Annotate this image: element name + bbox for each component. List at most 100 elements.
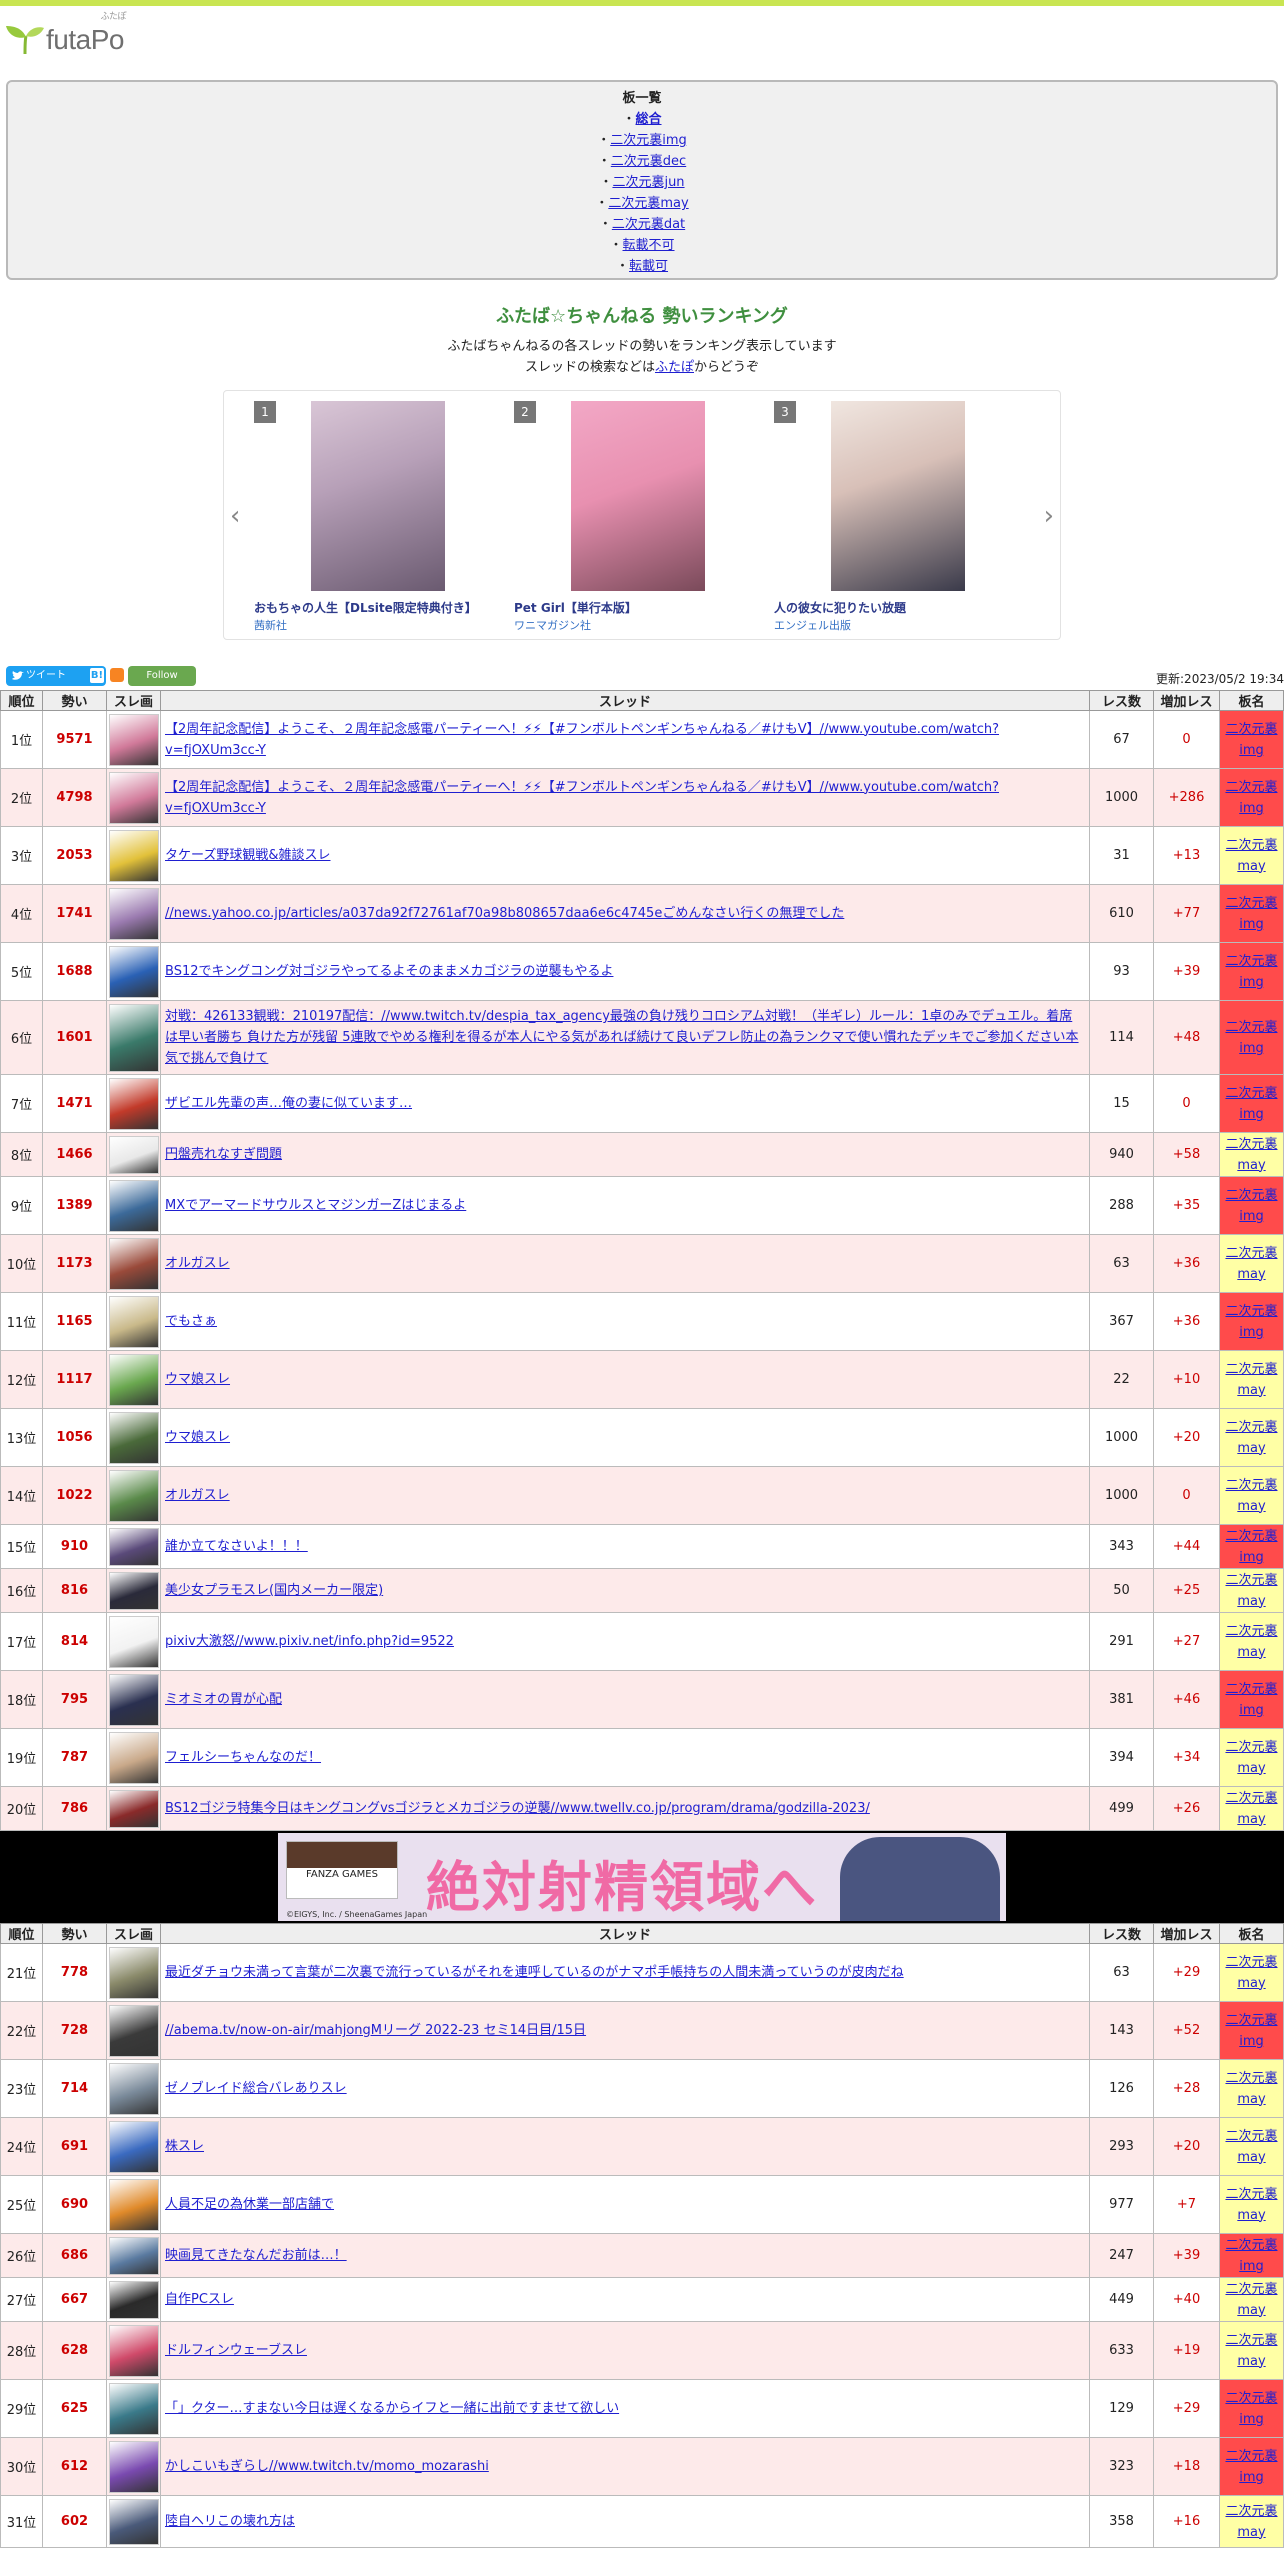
thread-link[interactable]: ゼノブレイド総合バレありスレ bbox=[165, 2081, 347, 2096]
board-name-link[interactable]: 二次元裏 bbox=[1225, 896, 1277, 911]
carousel-item[interactable]: 1 おもちゃの人生【DLsite限定特典付き】 茜新社 bbox=[254, 401, 494, 633]
book-publisher[interactable]: 茜新社 bbox=[254, 617, 287, 633]
board-link[interactable]: 二次元裏dat bbox=[612, 217, 685, 232]
thread-link[interactable]: 最近ダチョウ未満って言葉が二次裏で流行っているがそれを連呼しているのがナマポ手帳… bbox=[165, 1965, 904, 1980]
carousel-item[interactable]: 3 人の彼女に犯りたい放題 エンジェル出版 bbox=[774, 401, 1014, 632]
thread-link[interactable]: 円盤売れなすぎ問題 bbox=[165, 1147, 282, 1162]
carousel-item[interactable]: 2 Pet Girl【単行本版】 ワニマガジン社 bbox=[514, 401, 754, 633]
board-link[interactable]: 転載可 bbox=[629, 259, 668, 274]
thread-thumbnail[interactable] bbox=[109, 1295, 159, 1348]
thread-link[interactable]: タケーズ野球観戦&雑談スレ bbox=[165, 848, 331, 863]
board-name-link[interactable]: may bbox=[1237, 2150, 1265, 2165]
book-title[interactable]: おもちゃの人生【DLsite限定特典付き】 bbox=[254, 599, 477, 616]
board-name-link[interactable]: 二次元裏 bbox=[1225, 954, 1277, 969]
thread-link[interactable]: BS12でキングコング対ゴジラやってるよそのままメカゴジラの逆襲もやるよ bbox=[165, 964, 613, 979]
board-link[interactable]: 二次元裏dec bbox=[611, 154, 686, 169]
ad-banner[interactable]: FANZA GAMES 絶対射精領域へ ©EIGYS, Inc. / Sheen… bbox=[278, 1833, 1006, 1921]
board-name-link[interactable]: img bbox=[1239, 743, 1264, 758]
board-name-link[interactable]: 二次元裏 bbox=[1225, 1573, 1277, 1588]
board-name-link[interactable]: 二次元裏 bbox=[1225, 2391, 1277, 2406]
thread-link[interactable]: 陸自ヘリこの壊れ方は bbox=[165, 2514, 295, 2529]
thread-link[interactable]: //news.yahoo.co.jp/articles/a037da92f727… bbox=[165, 906, 844, 921]
thread-thumbnail[interactable] bbox=[109, 2178, 159, 2231]
thread-thumbnail[interactable] bbox=[109, 829, 159, 882]
board-link[interactable]: 二次元裏may bbox=[608, 196, 688, 211]
board-link[interactable]: 総合 bbox=[636, 112, 662, 127]
board-name-link[interactable]: img bbox=[1239, 1550, 1264, 1565]
thread-thumbnail[interactable] bbox=[109, 2004, 159, 2057]
thread-link[interactable]: 株スレ bbox=[165, 2139, 204, 2154]
thread-link[interactable]: 人員不足の為休業一部店舗で bbox=[165, 2197, 334, 2212]
board-name-link[interactable]: 二次元裏 bbox=[1225, 1137, 1277, 1152]
board-name-link[interactable]: may bbox=[1237, 1267, 1265, 1282]
hatena-bookmark-button[interactable]: B! bbox=[90, 668, 104, 683]
board-name-link[interactable]: 二次元裏 bbox=[1225, 1740, 1277, 1755]
thread-thumbnail[interactable] bbox=[109, 1946, 159, 1999]
board-name-link[interactable]: 二次元裏 bbox=[1225, 2333, 1277, 2348]
board-name-link[interactable]: img bbox=[1239, 801, 1264, 816]
board-name-link[interactable]: img bbox=[1239, 1107, 1264, 1122]
thread-thumbnail[interactable] bbox=[109, 2280, 159, 2319]
thread-link[interactable]: 対戦：426133観戦：210197配信：//www.twitch.tv/des… bbox=[165, 1009, 1079, 1066]
board-name-link[interactable]: img bbox=[1239, 2412, 1264, 2427]
board-name-link[interactable]: 二次元裏 bbox=[1225, 838, 1277, 853]
thread-link[interactable]: ウマ娘スレ bbox=[165, 1430, 230, 1445]
thread-thumbnail[interactable] bbox=[109, 1673, 159, 1726]
thread-thumbnail[interactable] bbox=[109, 2120, 159, 2173]
futapo-link[interactable]: ふたぽ bbox=[655, 360, 694, 375]
board-link[interactable]: 二次元裏img bbox=[610, 133, 687, 148]
thread-thumbnail[interactable] bbox=[109, 1731, 159, 1784]
thread-thumbnail[interactable] bbox=[109, 1135, 159, 1174]
thread-link[interactable]: かしこいもぎらし//www.twitch.tv/momo_mozarashi bbox=[165, 2459, 489, 2474]
thread-link[interactable]: 自作PCスレ bbox=[165, 2292, 234, 2307]
thread-link[interactable]: 【2周年記念配信】ようこそ、２周年記念感電パーティーへ！⚡︎︎︎︎︎⚡【#フンボ… bbox=[165, 722, 999, 758]
thread-link[interactable]: でもさぁ bbox=[165, 1314, 217, 1329]
thread-thumbnail[interactable] bbox=[109, 1003, 159, 1072]
board-name-link[interactable]: may bbox=[1237, 2303, 1265, 2318]
thread-thumbnail[interactable] bbox=[109, 945, 159, 998]
board-name-link[interactable]: img bbox=[1239, 2259, 1264, 2274]
board-name-link[interactable]: may bbox=[1237, 2208, 1265, 2223]
follow-button[interactable]: Follow bbox=[128, 666, 196, 686]
book-cover-image[interactable] bbox=[311, 401, 445, 591]
board-name-link[interactable]: img bbox=[1239, 1041, 1264, 1056]
book-title[interactable]: 人の彼女に犯りたい放題 bbox=[774, 599, 906, 616]
board-name-link[interactable]: 二次元裏 bbox=[1225, 1304, 1277, 1319]
board-name-link[interactable]: 二次元裏 bbox=[1225, 2071, 1277, 2086]
thread-thumbnail[interactable] bbox=[109, 2440, 159, 2493]
thread-link[interactable]: オルガスレ bbox=[165, 1488, 230, 1503]
board-name-link[interactable]: img bbox=[1239, 1325, 1264, 1340]
thread-thumbnail[interactable] bbox=[109, 1789, 159, 1828]
board-link[interactable]: 転載不可 bbox=[623, 238, 675, 253]
board-name-link[interactable]: 二次元裏 bbox=[1225, 2129, 1277, 2144]
thread-thumbnail[interactable] bbox=[109, 2236, 159, 2275]
thread-thumbnail[interactable] bbox=[109, 1179, 159, 1232]
board-name-link[interactable]: 二次元裏 bbox=[1225, 2504, 1277, 2519]
thread-link[interactable]: ウマ娘スレ bbox=[165, 1372, 230, 1387]
board-name-link[interactable]: may bbox=[1237, 1594, 1265, 1609]
board-name-link[interactable]: may bbox=[1237, 2092, 1265, 2107]
thread-link[interactable]: ザビエル先輩の声…俺の妻に似ています… bbox=[165, 1096, 412, 1111]
board-name-link[interactable]: may bbox=[1237, 859, 1265, 874]
board-name-link[interactable]: 二次元裏 bbox=[1225, 2013, 1277, 2028]
thread-link[interactable]: 誰か立てなさいよ！！！ bbox=[165, 1539, 308, 1554]
thread-thumbnail[interactable] bbox=[109, 771, 159, 824]
board-name-link[interactable]: 二次元裏 bbox=[1225, 2238, 1277, 2253]
board-name-link[interactable]: 二次元裏 bbox=[1225, 1020, 1277, 1035]
board-name-link[interactable]: img bbox=[1239, 1209, 1264, 1224]
board-name-link[interactable]: 二次元裏 bbox=[1225, 780, 1277, 795]
board-name-link[interactable]: 二次元裏 bbox=[1225, 722, 1277, 737]
board-name-link[interactable]: 二次元裏 bbox=[1225, 1624, 1277, 1639]
board-name-link[interactable]: 二次元裏 bbox=[1225, 1362, 1277, 1377]
board-name-link[interactable]: 二次元裏 bbox=[1225, 2449, 1277, 2464]
thread-link[interactable]: ミオミオの胃が心配 bbox=[165, 1692, 282, 1707]
thread-thumbnail[interactable] bbox=[109, 1411, 159, 1464]
board-name-link[interactable]: 二次元裏 bbox=[1225, 1420, 1277, 1435]
book-cover-image[interactable] bbox=[831, 401, 965, 591]
board-name-link[interactable]: 二次元裏 bbox=[1225, 2282, 1277, 2297]
board-name-link[interactable]: 二次元裏 bbox=[1225, 2187, 1277, 2202]
thread-link[interactable]: 美少女プラモスレ(国内メーカー限定) bbox=[165, 1583, 383, 1598]
board-name-link[interactable]: may bbox=[1237, 1761, 1265, 1776]
book-publisher[interactable]: ワニマガジン社 bbox=[514, 617, 591, 633]
thread-thumbnail[interactable] bbox=[109, 713, 159, 766]
